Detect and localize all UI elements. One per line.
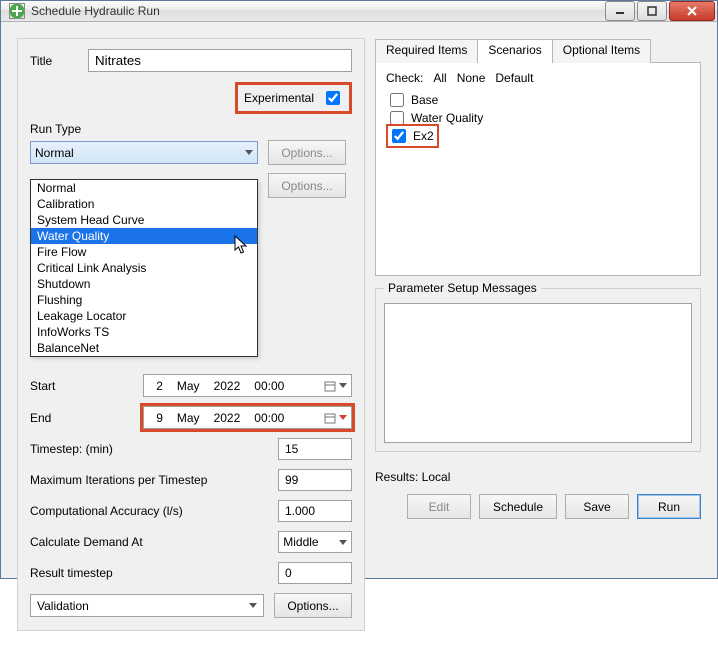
- calc-demand-label: Calculate Demand At: [30, 535, 272, 549]
- tab-optional-items[interactable]: Optional Items: [552, 39, 651, 63]
- schedule-button[interactable]: Schedule: [479, 494, 557, 519]
- run-type-select[interactable]: Normal: [30, 141, 258, 164]
- chevron-down-icon: [339, 415, 347, 420]
- check-all-link[interactable]: All: [433, 71, 446, 85]
- window-controls: [605, 1, 715, 21]
- maxiter-label: Maximum Iterations per Timestep: [30, 473, 272, 487]
- chevron-down-icon: [249, 603, 257, 608]
- calendar-icon: [324, 380, 336, 392]
- start-time: 00:00: [254, 379, 284, 393]
- run-type-option[interactable]: Calibration: [31, 196, 257, 212]
- end-datetime-field[interactable]: 9 May 2022 00:00: [143, 406, 352, 429]
- end-time: 00:00: [254, 411, 284, 425]
- scenario-highlight: Ex2: [386, 124, 439, 148]
- end-day: 9: [156, 411, 163, 425]
- end-calendar-button[interactable]: [324, 412, 347, 424]
- scenario-name: Base: [411, 93, 438, 107]
- param-messages-label: Parameter Setup Messages: [384, 281, 541, 295]
- start-label: Start: [30, 379, 137, 393]
- comp-accuracy-label: Computational Accuracy (l/s): [30, 504, 272, 518]
- start-year: 2022: [214, 379, 241, 393]
- client-area: Title Experimental Run Type Normal Optio…: [1, 22, 717, 647]
- minimize-icon: [615, 6, 625, 16]
- chevron-down-icon: [245, 150, 253, 155]
- timestep-label: Timestep: (min): [30, 442, 272, 456]
- run-button[interactable]: Run: [637, 494, 701, 519]
- run-type-option[interactable]: Critical Link Analysis: [31, 260, 257, 276]
- check-none-link[interactable]: None: [457, 71, 486, 85]
- comp-accuracy-input[interactable]: 1.000: [278, 500, 352, 522]
- validation-options-button[interactable]: Options...: [274, 593, 352, 618]
- app-icon: [9, 3, 25, 19]
- form-lower: Start 2 May 2022 00:00 End: [30, 374, 352, 618]
- run-type-option[interactable]: Flushing: [31, 292, 257, 308]
- result-timestep-input[interactable]: 0: [278, 562, 352, 584]
- param-messages-group: Parameter Setup Messages: [375, 288, 701, 452]
- run-type-option[interactable]: BalanceNet: [31, 340, 257, 356]
- end-year: 2022: [214, 411, 241, 425]
- maximize-icon: [647, 6, 657, 16]
- run-type-option[interactable]: Shutdown: [31, 276, 257, 292]
- title-input[interactable]: [88, 49, 352, 72]
- tab-required-items[interactable]: Required Items: [375, 39, 478, 63]
- run-type-option[interactable]: Normal: [31, 180, 257, 196]
- minimize-button[interactable]: [605, 1, 635, 21]
- scenario-name: Water Quality: [411, 111, 483, 125]
- titlebar: Schedule Hydraulic Run: [1, 1, 717, 22]
- scenario-checkbox[interactable]: [390, 93, 404, 107]
- chevron-down-icon: [339, 540, 347, 545]
- experimental-highlight: Experimental: [235, 82, 352, 114]
- chevron-down-icon: [339, 383, 347, 388]
- end-label: End: [30, 411, 137, 425]
- check-label: Check:: [386, 71, 423, 85]
- edit-button[interactable]: Edit: [407, 494, 471, 519]
- end-month: May: [177, 411, 200, 425]
- validation-select[interactable]: Validation: [30, 594, 264, 617]
- start-calendar-button[interactable]: [324, 380, 347, 392]
- run-type-dropdown[interactable]: NormalCalibrationSystem Head CurveWater …: [30, 179, 258, 357]
- run-type-option[interactable]: System Head Curve: [31, 212, 257, 228]
- run-type-label: Run Type: [30, 122, 352, 136]
- run-type-option[interactable]: Fire Flow: [31, 244, 257, 260]
- param-messages-area[interactable]: [384, 303, 692, 443]
- scenario-list: Base Water Quality Ex2: [386, 91, 690, 145]
- run-type-option[interactable]: Water Quality: [31, 228, 257, 244]
- tab-scenarios[interactable]: Scenarios: [477, 39, 552, 63]
- window-title: Schedule Hydraulic Run: [31, 4, 605, 18]
- close-button[interactable]: [669, 1, 715, 21]
- tabstrip: Required ItemsScenariosOptional Items: [375, 38, 701, 62]
- save-button[interactable]: Save: [565, 494, 629, 519]
- results-label: Results: Local: [375, 470, 450, 484]
- tab-body-scenarios: Check: All None Default Base Water Qualit…: [375, 62, 701, 276]
- timestep-input[interactable]: 15: [278, 438, 352, 460]
- left-panel: Title Experimental Run Type Normal Optio…: [17, 38, 365, 631]
- scenario-checkbox[interactable]: [392, 129, 406, 143]
- experimental-checkbox[interactable]: [326, 91, 340, 105]
- maxiter-input[interactable]: 99: [278, 469, 352, 491]
- run-type-option[interactable]: Leakage Locator: [31, 308, 257, 324]
- experimental-label: Experimental: [244, 91, 314, 105]
- title-label: Title: [30, 54, 80, 68]
- scenario-row: Base: [386, 91, 690, 109]
- start-datetime-field[interactable]: 2 May 2022 00:00: [143, 374, 352, 397]
- run-type-options-button[interactable]: Options...: [268, 140, 346, 165]
- start-day: 2: [156, 379, 163, 393]
- result-timestep-label: Result timestep: [30, 566, 272, 580]
- scenario-row: Ex2: [386, 127, 690, 145]
- calc-demand-select[interactable]: Middle: [278, 531, 352, 553]
- start-month: May: [177, 379, 200, 393]
- dialog-window: Schedule Hydraulic Run Title Experimenta…: [0, 0, 718, 579]
- run-type-value: Normal: [35, 146, 74, 160]
- check-default-link[interactable]: Default: [495, 71, 533, 85]
- calendar-icon: [324, 412, 336, 424]
- secondary-options-button[interactable]: Options...: [268, 173, 346, 198]
- close-icon: [686, 6, 698, 16]
- maximize-button[interactable]: [637, 1, 667, 21]
- scenario-checkbox[interactable]: [390, 111, 404, 125]
- scenario-name: Ex2: [413, 129, 434, 143]
- right-panel: Required ItemsScenariosOptional Items Ch…: [375, 38, 701, 631]
- run-type-option[interactable]: InfoWorks TS: [31, 324, 257, 340]
